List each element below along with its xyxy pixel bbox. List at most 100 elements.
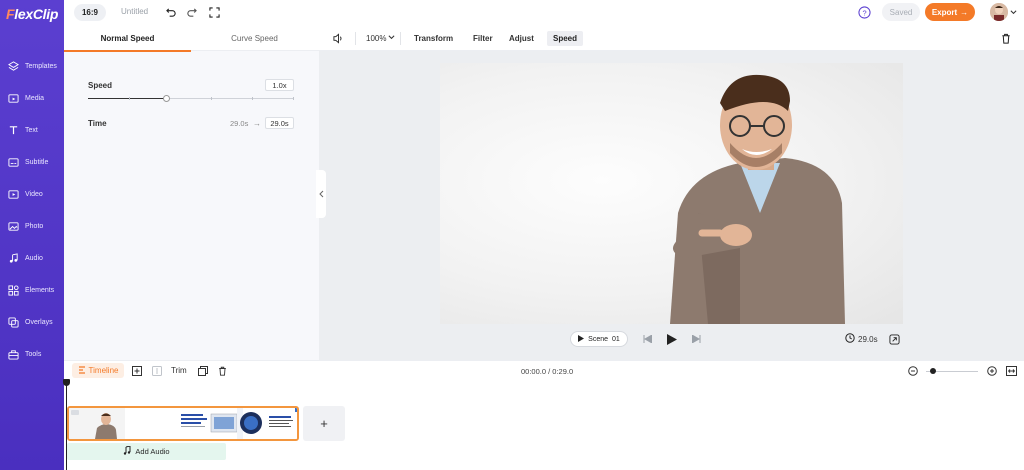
split-icon[interactable] — [151, 365, 162, 376]
duration-value: 29.0s — [858, 334, 878, 344]
clock-icon — [845, 333, 855, 345]
slider-tick — [293, 97, 294, 100]
skip-forward-icon[interactable] — [690, 333, 702, 345]
sidebar-item-label: Templates — [25, 62, 57, 70]
sidebar-item-photo[interactable]: Photo — [0, 215, 64, 237]
help-icon[interactable]: ? — [858, 6, 871, 19]
timeline-icon — [78, 365, 86, 376]
volume-icon[interactable] — [333, 26, 344, 51]
sidebar-item-label: Text — [25, 126, 38, 134]
clip-thumbnail — [179, 408, 297, 439]
sidebar-item-label: Subtitle — [25, 158, 49, 166]
video-icon — [8, 189, 19, 200]
scene-number: 01 — [612, 335, 620, 343]
scene-selector[interactable]: Scene 01 — [570, 331, 628, 347]
toolbox-icon — [8, 349, 19, 360]
sidebar-item-label: Overlays — [25, 318, 53, 326]
tab-curve-speed[interactable]: Curve Speed — [191, 26, 318, 51]
speed-slider-fill — [88, 98, 166, 99]
sidebar-item-media[interactable]: Media — [0, 87, 64, 109]
chevron-down-icon — [388, 34, 395, 43]
scene-duration[interactable]: 29.0s — [845, 333, 878, 345]
speed-panel: Normal Speed Curve Speed Speed 1.0x Time… — [64, 26, 319, 360]
sidebar-item-templates[interactable]: Templates — [0, 55, 64, 77]
divider — [355, 32, 356, 45]
speed-button[interactable]: Speed — [547, 31, 583, 46]
trash-icon[interactable] — [217, 365, 228, 376]
sidebar-item-text[interactable]: Text — [0, 119, 64, 141]
adjust-button[interactable]: Adjust — [509, 26, 534, 51]
add-audio-button[interactable]: Add Audio — [67, 443, 226, 460]
sidebar-item-label: Elements — [25, 286, 55, 294]
fullscreen-icon[interactable] — [208, 6, 220, 18]
overlay-icon — [8, 316, 19, 328]
add-audio-label: Add Audio — [135, 447, 170, 456]
transform-button[interactable]: Transform — [414, 26, 453, 51]
export-label: Export — [931, 7, 958, 17]
sidebar-item-label: Media — [25, 94, 45, 102]
sidebar-item-subtitle[interactable]: Subtitle — [0, 151, 64, 173]
slider-tick — [211, 97, 212, 100]
sidebar-item-label: Photo — [25, 222, 44, 230]
trim-button[interactable]: Trim — [171, 366, 187, 375]
add-scene-icon[interactable] — [131, 365, 142, 376]
music-icon — [8, 252, 19, 264]
speed-value-input[interactable]: 1.0x — [265, 79, 294, 91]
trash-icon[interactable] — [1001, 26, 1011, 51]
add-scene-button[interactable]: + — [303, 406, 345, 441]
playhead-handle[interactable] — [63, 379, 70, 386]
clip-thumbnail — [69, 408, 179, 439]
fit-timeline-icon[interactable] — [1006, 365, 1017, 376]
play-button[interactable] — [666, 333, 678, 345]
divider — [400, 32, 401, 45]
scene-clip[interactable] — [67, 406, 299, 441]
play-icon — [578, 334, 585, 344]
zoom-in-icon[interactable] — [986, 365, 997, 376]
timeline-label: Timeline — [88, 366, 119, 375]
sidebar-item-video[interactable]: Video — [0, 183, 64, 205]
timeline-zoom-handle[interactable] — [930, 368, 936, 374]
speed-slider-handle[interactable] — [163, 95, 170, 102]
project-title[interactable]: Untitled — [121, 7, 148, 16]
person-photo — [670, 74, 845, 324]
collapse-panel-handle[interactable] — [316, 170, 326, 218]
zoom-value: 100% — [366, 34, 387, 43]
export-button[interactable]: Export → — [925, 3, 975, 21]
sidebar-item-audio[interactable]: Audio — [0, 247, 64, 269]
redo-icon[interactable] — [185, 6, 197, 18]
subtitle-icon — [8, 157, 19, 168]
arrow-right-icon: → — [253, 119, 261, 128]
zoom-select[interactable]: 100% — [366, 26, 395, 51]
sidebar-item-label: Video — [25, 190, 43, 198]
top-bar: 16:9 Untitled ? Saved Export → — [64, 0, 1024, 26]
avatar[interactable] — [990, 3, 1008, 21]
photo-icon — [8, 221, 19, 232]
sidebar-item-tools[interactable]: Tools — [0, 343, 64, 365]
svg-text:?: ? — [862, 8, 866, 17]
slider-tick — [252, 97, 253, 100]
time-value-input[interactable]: 29.0s — [265, 117, 294, 129]
sidebar-item-overlays[interactable]: Overlays — [0, 311, 64, 333]
folder-icon — [8, 93, 19, 104]
slider-tick — [129, 97, 130, 100]
timeline-button[interactable]: Timeline — [72, 363, 124, 378]
video-preview[interactable] — [440, 63, 903, 324]
duplicate-icon[interactable] — [197, 365, 208, 376]
tab-normal-speed[interactable]: Normal Speed — [64, 26, 191, 52]
expand-icon[interactable] — [888, 333, 900, 345]
speed-label: Speed — [88, 81, 113, 90]
arrow-right-icon: → — [960, 7, 969, 17]
text-icon — [8, 125, 19, 136]
flexclip-logo[interactable]: FlexClip — [6, 6, 58, 22]
undo-icon[interactable] — [165, 6, 177, 18]
layers-icon — [8, 60, 19, 72]
aspect-ratio-button[interactable]: 16:9 — [74, 4, 106, 21]
zoom-out-icon[interactable] — [907, 365, 918, 376]
chevron-down-icon[interactable] — [1010, 8, 1017, 18]
skip-back-icon[interactable] — [641, 333, 653, 345]
shapes-icon — [8, 284, 19, 296]
sidebar-item-elements[interactable]: Elements — [0, 279, 64, 301]
filter-button[interactable]: Filter — [473, 26, 493, 51]
saved-status-button[interactable]: Saved — [882, 3, 920, 21]
speed-tabs: Normal Speed Curve Speed — [64, 26, 319, 52]
